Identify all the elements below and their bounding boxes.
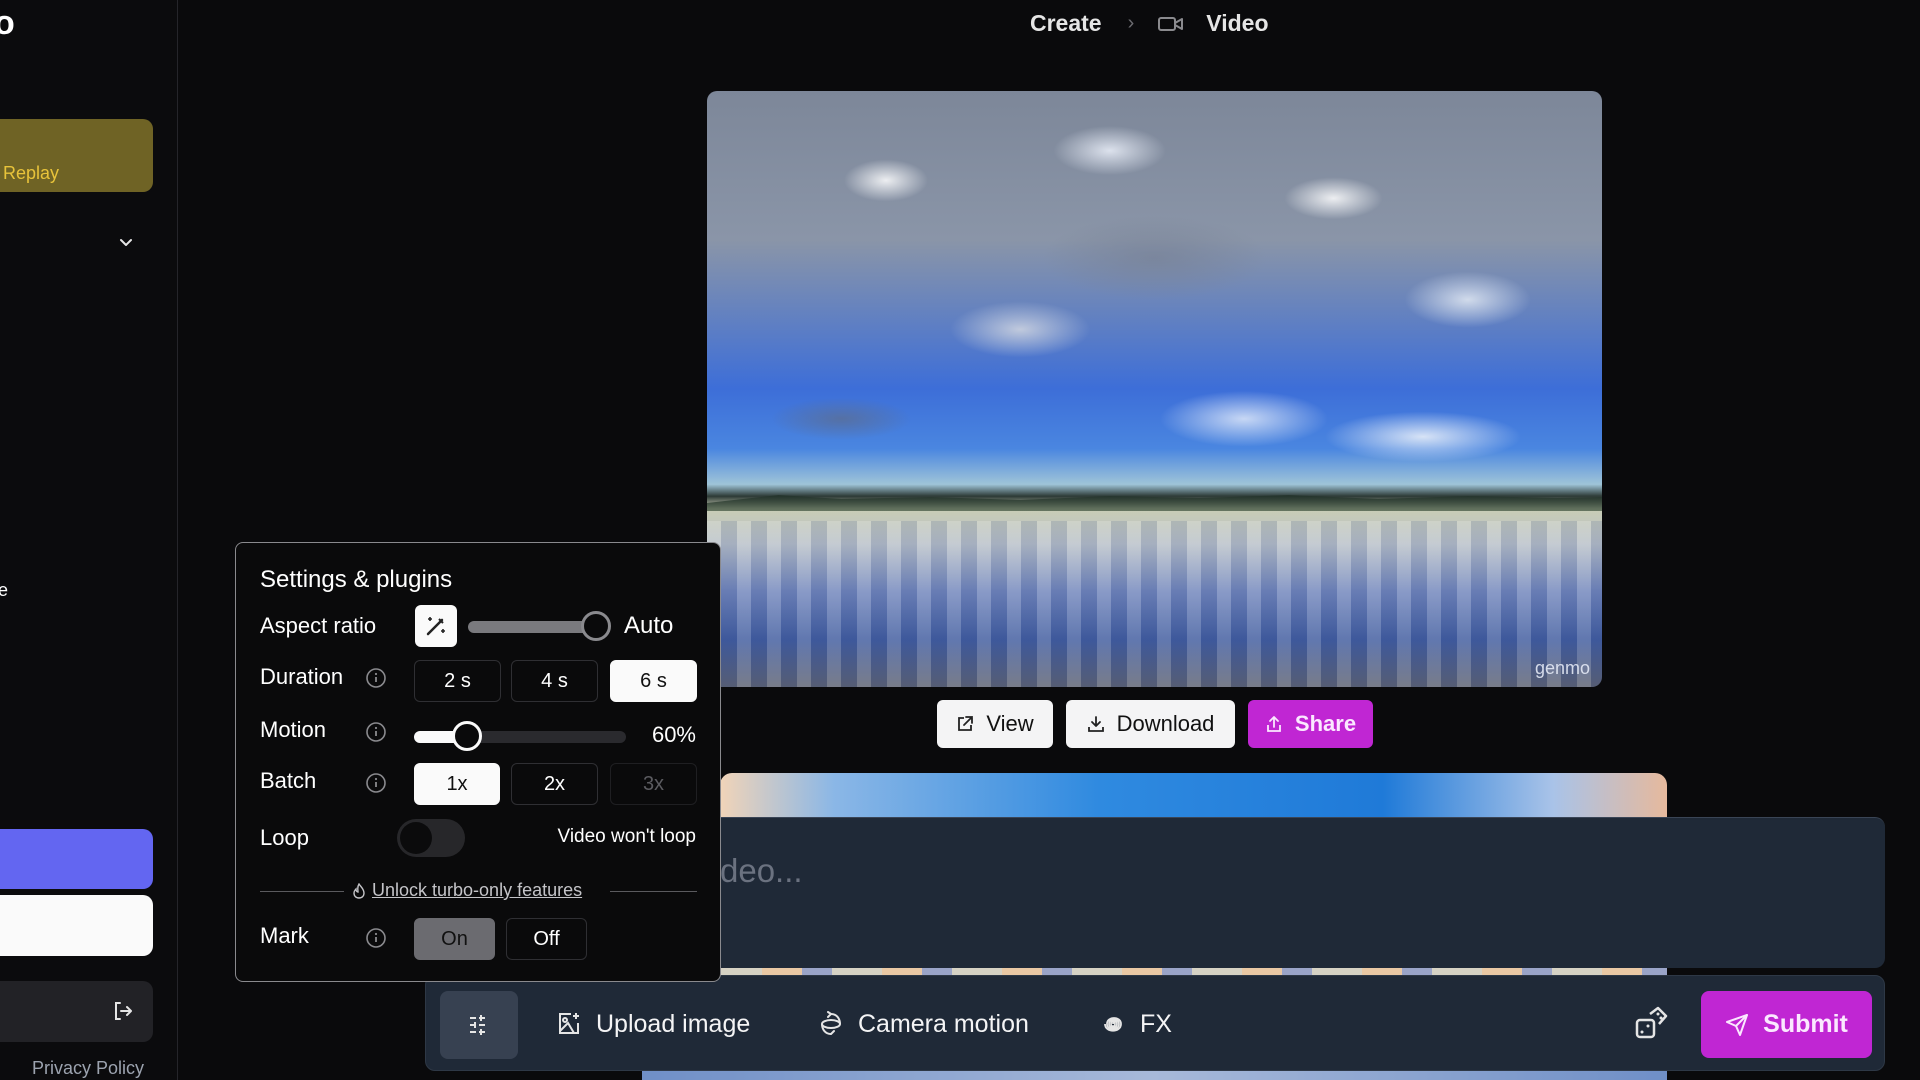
sidebar-secondary-button[interactable] bbox=[0, 895, 153, 956]
batch-option-2x[interactable]: 2x bbox=[511, 763, 598, 805]
download-label: Download bbox=[1116, 711, 1215, 736]
aspect-ratio-label: Aspect ratio bbox=[260, 613, 377, 638]
privacy-policy-link[interactable]: Privacy Policy bbox=[32, 1058, 144, 1079]
unlock-turbo-link[interactable]: Unlock turbo-only features bbox=[352, 880, 582, 901]
submit-label: Submit bbox=[1763, 1010, 1848, 1038]
mark-option-off[interactable]: Off bbox=[506, 918, 587, 960]
bottom-toolbar: Upload image Camera motion FX Submit bbox=[425, 975, 1885, 1071]
breadcrumb-video: Video bbox=[1206, 10, 1269, 36]
motion-slider-handle[interactable] bbox=[452, 721, 482, 751]
prompt-placeholder[interactable]: deo... bbox=[720, 852, 803, 890]
prompt-box[interactable]: deo... bbox=[700, 817, 1885, 968]
aspect-ratio-slider-handle[interactable] bbox=[581, 611, 611, 641]
view-button[interactable]: View bbox=[937, 700, 1053, 748]
batch-option-1x[interactable]: 1x bbox=[414, 763, 500, 805]
info-icon[interactable] bbox=[365, 772, 387, 794]
sidebar: o Replay e Privacy Policy bbox=[0, 0, 178, 1080]
download-icon bbox=[1087, 716, 1104, 732]
divider bbox=[260, 891, 344, 892]
motion-value: 60% bbox=[651, 722, 696, 747]
image-plus-icon bbox=[559, 1013, 579, 1034]
settings-title: Settings & plugins bbox=[260, 566, 453, 593]
settings-toggle-button[interactable] bbox=[440, 991, 518, 1059]
batch-option-3x[interactable]: 3x bbox=[610, 763, 697, 805]
view-label: View bbox=[986, 711, 1034, 736]
info-icon[interactable] bbox=[365, 721, 387, 743]
breadcrumb-separator: › bbox=[1127, 12, 1135, 34]
loop-toggle-knob bbox=[400, 822, 432, 854]
info-icon[interactable] bbox=[365, 927, 387, 949]
logo: o bbox=[0, 4, 15, 42]
duration-option-2s[interactable]: 2 s bbox=[414, 660, 501, 702]
camera-rotate-icon bbox=[821, 1011, 841, 1035]
breadcrumb-create[interactable]: Create bbox=[1030, 10, 1102, 37]
motion-slider-track[interactable] bbox=[414, 731, 626, 743]
replay-label: Replay bbox=[3, 163, 60, 183]
loop-label: Loop bbox=[260, 825, 309, 850]
magic-wand-icon bbox=[426, 617, 445, 636]
share-label: Share bbox=[1294, 711, 1357, 736]
chevron-down-icon[interactable] bbox=[116, 232, 136, 252]
duration-label: Duration bbox=[260, 664, 344, 689]
share-button[interactable]: Share bbox=[1248, 700, 1373, 748]
video-horizon bbox=[707, 495, 1602, 511]
sliders-icon bbox=[470, 1015, 488, 1035]
share-icon bbox=[1267, 716, 1281, 732]
flame-icon bbox=[353, 882, 365, 899]
external-link-icon bbox=[958, 716, 974, 731]
video-preview[interactable]: genmo bbox=[707, 91, 1602, 687]
camera-motion-label: Camera motion bbox=[858, 1009, 1029, 1038]
fx-label: FX bbox=[1140, 1009, 1172, 1038]
duration-option-6s[interactable]: 6 s bbox=[610, 660, 697, 702]
mark-label: Mark bbox=[260, 923, 309, 948]
aspect-ratio-value: Auto bbox=[624, 612, 674, 639]
upload-image-label: Upload image bbox=[596, 1009, 751, 1038]
dice-icon[interactable] bbox=[1632, 1004, 1672, 1044]
sidebar-item-label[interactable]: e bbox=[0, 580, 8, 601]
loop-status: Video won't loop bbox=[557, 826, 697, 847]
spiral-icon bbox=[1104, 1017, 1122, 1032]
auto-aspect-button[interactable] bbox=[415, 605, 457, 647]
video-camera-icon bbox=[1158, 16, 1184, 31]
batch-label: Batch bbox=[260, 768, 317, 793]
info-icon[interactable] bbox=[365, 667, 387, 689]
mark-option-on[interactable]: On bbox=[414, 918, 495, 960]
video-reflection bbox=[707, 521, 1602, 687]
watermark: genmo bbox=[1534, 658, 1590, 678]
duration-option-4s[interactable]: 4 s bbox=[511, 660, 598, 702]
replay-card[interactable]: Replay bbox=[0, 119, 153, 192]
upload-image-button[interactable]: Upload image bbox=[556, 998, 750, 1050]
sidebar-primary-button[interactable] bbox=[0, 829, 153, 889]
submit-button[interactable]: Submit bbox=[1701, 991, 1872, 1058]
logout-icon[interactable] bbox=[111, 999, 135, 1023]
settings-panel: Settings & plugins Aspect ratio Auto Dur… bbox=[235, 542, 721, 982]
download-button[interactable]: Download bbox=[1066, 700, 1235, 748]
divider bbox=[610, 891, 697, 892]
camera-motion-button[interactable]: Camera motion bbox=[818, 998, 1029, 1050]
motion-label: Motion bbox=[260, 717, 327, 742]
breadcrumb: Create › Video bbox=[1030, 10, 1269, 37]
video-thumbnail[interactable] bbox=[642, 1070, 1667, 1080]
loop-toggle[interactable] bbox=[397, 819, 465, 857]
unlock-turbo-label: Unlock turbo-only features bbox=[372, 880, 583, 900]
send-icon bbox=[1726, 1013, 1749, 1036]
fx-button[interactable]: FX bbox=[1100, 998, 1172, 1050]
